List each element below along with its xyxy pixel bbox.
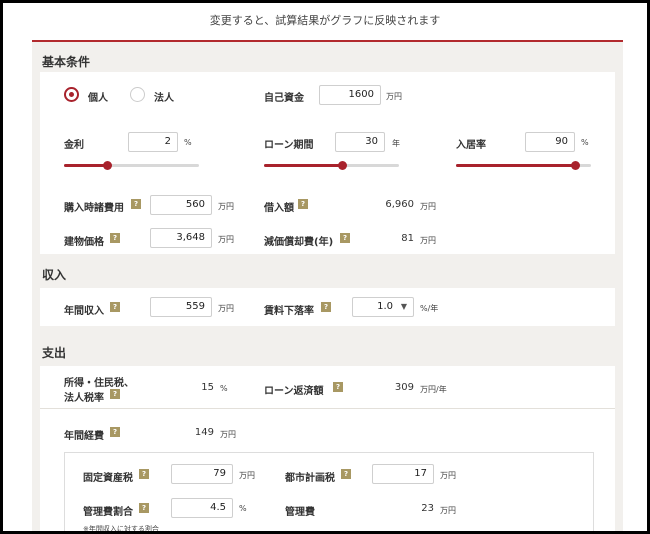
depreciation-label: 減価償却費(年): [264, 237, 334, 248]
fixed-asset-tax-input[interactable]: 79: [171, 464, 233, 484]
fixed-asset-tax-unit: 万円: [239, 471, 255, 480]
interest-label: 金利: [64, 140, 84, 151]
tax-rate-help-icon[interactable]: ?: [110, 389, 120, 399]
purchase-cost-help-icon[interactable]: ?: [131, 199, 141, 209]
purchase-cost-input[interactable]: 560: [150, 195, 212, 215]
borrow-value: 6,960: [385, 199, 414, 210]
interest-input[interactable]: 2: [128, 132, 178, 152]
mgmt-fee-label: 管理費: [285, 507, 315, 518]
expense-box: 所得・住民税、 法人税率 ? 15 % ローン返済額 ? 309 万円/年 年間…: [40, 366, 615, 533]
section-title-expense: 支出: [42, 346, 67, 360]
mgmt-ratio-input[interactable]: 4.5: [171, 498, 233, 518]
depreciation-help-icon[interactable]: ?: [340, 233, 350, 243]
loan-term-unit: 年: [392, 139, 400, 148]
radio-individual[interactable]: [64, 87, 79, 102]
interest-unit: %: [184, 138, 192, 147]
loan-term-slider-fill: [264, 164, 343, 167]
annual-cost-value: 149: [194, 427, 214, 438]
city-plan-tax-label: 都市計画税: [285, 473, 335, 484]
occupancy-input[interactable]: 90: [525, 132, 575, 152]
header-notice: 変更すると、試算結果がグラフに反映されます: [209, 14, 441, 27]
income-box: 年間収入 ? 559 万円 賃料下落率 ? 1.0 ▼ %/年: [40, 288, 615, 326]
mgmt-ratio-label: 管理費割合: [83, 507, 133, 518]
tax-rate-label-line2: 法人税率: [64, 393, 104, 404]
radio-individual-label: 個人: [88, 93, 108, 104]
expense-divider: [40, 408, 615, 409]
rent-decline-help-icon[interactable]: ?: [321, 302, 331, 312]
interest-slider-handle[interactable]: [103, 161, 113, 170]
loan-repay-unit: 万円/年: [420, 385, 447, 394]
annual-income-help-icon[interactable]: ?: [110, 302, 120, 312]
building-price-label: 建物価格: [64, 237, 104, 248]
city-plan-tax-unit: 万円: [440, 471, 456, 480]
loan-term-input[interactable]: 30: [335, 132, 385, 152]
section-title-income: 収入: [42, 268, 67, 282]
loan-term-slider-handle[interactable]: [338, 161, 348, 170]
borrow-label: 借入額: [264, 203, 294, 214]
own-funds-unit: 万円: [386, 92, 402, 101]
occupancy-unit: %: [581, 138, 589, 147]
mgmt-ratio-note: ※年間収入に対する割合: [83, 525, 159, 533]
annual-cost-label: 年間経費: [64, 431, 104, 442]
radio-corporate[interactable]: [130, 87, 145, 102]
rent-decline-label: 賃料下落率: [264, 306, 314, 317]
own-funds-input[interactable]: 1600: [319, 85, 381, 105]
conditions-panel: 基本条件 個人 法人 自己資金 1600 万円 金利 2 % ローン期間 30 …: [32, 42, 623, 533]
building-price-input[interactable]: 3,648: [150, 228, 212, 248]
loan-term-slider[interactable]: [264, 161, 399, 170]
building-price-unit: 万円: [218, 235, 234, 244]
simulator-frame: 変更すると、試算結果がグラフに反映されます 基本条件 個人 法人 自己資金 16…: [0, 0, 650, 534]
loan-repay-help-icon[interactable]: ?: [333, 382, 343, 392]
loan-repay-label: ローン返済額: [264, 386, 324, 397]
annual-cost-unit: 万円: [220, 430, 236, 439]
depreciation-unit: 万円: [420, 236, 436, 245]
borrow-unit: 万円: [420, 202, 436, 211]
section-title-basic: 基本条件: [42, 55, 91, 69]
mgmt-fee-value: 23: [421, 503, 434, 514]
loan-term-label: ローン期間: [264, 140, 314, 151]
city-plan-tax-help-icon[interactable]: ?: [341, 469, 351, 479]
purchase-cost-unit: 万円: [218, 202, 234, 211]
annual-cost-breakdown: 固定資産税 ? 79 万円 都市計画税 ? 17 万円 管理費割合 ? 4.5 …: [64, 452, 594, 533]
depreciation-value: 81: [401, 233, 414, 244]
interest-slider[interactable]: [64, 161, 199, 170]
mgmt-ratio-unit: %: [239, 504, 247, 513]
mgmt-fee-unit: 万円: [440, 506, 456, 515]
annual-cost-help-icon[interactable]: ?: [110, 427, 120, 437]
fixed-asset-tax-label: 固定資産税: [83, 473, 133, 484]
occupancy-label: 入居率: [456, 140, 486, 151]
occupancy-slider-handle[interactable]: [570, 161, 580, 170]
loan-repay-value: 309: [394, 382, 414, 393]
tax-rate-unit: %: [220, 384, 228, 393]
chevron-down-icon: ▼: [400, 302, 407, 311]
radio-corporate-label: 法人: [154, 93, 174, 104]
building-price-help-icon[interactable]: ?: [110, 233, 120, 243]
mgmt-ratio-help-icon[interactable]: ?: [139, 503, 149, 513]
occupancy-slider-fill: [456, 164, 575, 167]
annual-income-input[interactable]: 559: [150, 297, 212, 317]
rent-decline-unit: %/年: [420, 304, 439, 313]
annual-income-unit: 万円: [218, 304, 234, 313]
tax-rate-label-line1: 所得・住民税、: [64, 378, 134, 389]
city-plan-tax-input[interactable]: 17: [372, 464, 434, 484]
basic-conditions-box: 個人 法人 自己資金 1600 万円 金利 2 % ローン期間 30 年 入居率…: [40, 72, 615, 254]
occupancy-slider[interactable]: [456, 161, 591, 170]
interest-slider-fill: [64, 164, 108, 167]
fixed-asset-tax-help-icon[interactable]: ?: [139, 469, 149, 479]
rent-decline-selected: 1.0: [377, 301, 393, 312]
borrow-help-icon[interactable]: ?: [298, 199, 308, 209]
purchase-cost-label: 購入時諸費用: [64, 203, 124, 214]
own-funds-label: 自己資金: [264, 93, 304, 104]
rent-decline-select[interactable]: 1.0 ▼: [352, 297, 414, 317]
annual-income-label: 年間収入: [64, 306, 104, 317]
tax-rate-value: 15: [201, 382, 214, 393]
